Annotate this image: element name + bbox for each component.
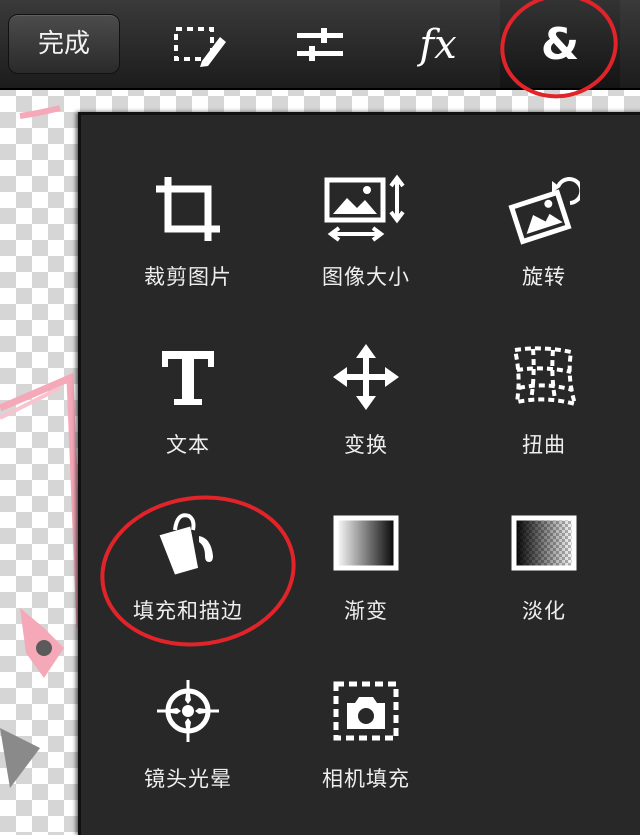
menu-item-transform[interactable]: 变换 [277, 313, 455, 479]
fx-icon[interactable]: fx [398, 14, 478, 76]
camera-fill-icon [277, 665, 455, 757]
menu-item-label: 渐变 [344, 599, 388, 623]
transform-icon [277, 331, 455, 423]
menu-item-label: 裁剪图片 [144, 265, 232, 289]
image-size-icon [277, 163, 455, 255]
menu-item-fade[interactable]: 淡化 [455, 479, 633, 645]
menu-item-distort[interactable]: 扭曲 [455, 313, 633, 479]
lens-flare-icon [99, 665, 277, 757]
adjust-sliders-icon[interactable] [280, 14, 360, 76]
gradient-icon [277, 497, 455, 589]
menu-item-label: 旋转 [522, 265, 566, 289]
menu-item-image-size[interactable]: 图像大小 [277, 145, 455, 311]
menu-item-label: 文本 [166, 433, 210, 457]
menu-item-gradient[interactable]: 渐变 [277, 479, 455, 645]
tools-menu-panel: 裁剪图片 图像大小 旋转 文本 变换 扭曲 填充和描边 渐变 淡化 镜头光晕 相… [78, 112, 640, 835]
rotate-icon [455, 163, 633, 255]
menu-item-label: 淡化 [522, 599, 566, 623]
menu-item-label: 图像大小 [322, 265, 410, 289]
selection-edit-icon[interactable] [160, 14, 240, 76]
text-icon [99, 331, 277, 423]
menu-item-lens-flare[interactable]: 镜头光晕 [99, 647, 277, 813]
menu-item-crop[interactable]: 裁剪图片 [99, 145, 277, 311]
menu-item-label: 相机填充 [322, 767, 410, 791]
red-annotation-circle [490, 0, 628, 110]
menu-item-label: 镜头光晕 [144, 767, 232, 791]
crop-icon [99, 163, 277, 255]
distort-icon [455, 331, 633, 423]
done-button[interactable]: 完成 [8, 14, 120, 74]
menu-item-text[interactable]: 文本 [99, 313, 277, 479]
menu-item-camera-fill[interactable]: 相机填充 [277, 647, 455, 813]
fade-icon [455, 497, 633, 589]
menu-item-label: 变换 [344, 433, 388, 457]
canvas-artwork [0, 105, 84, 788]
menu-item-rotate[interactable]: 旋转 [455, 145, 633, 311]
menu-item-label: 扭曲 [522, 433, 566, 457]
